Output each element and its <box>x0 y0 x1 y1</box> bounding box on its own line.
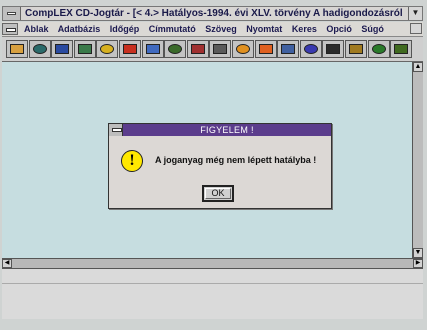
menu-ablak[interactable]: Ablak <box>24 24 49 34</box>
pane-divider <box>2 283 423 284</box>
system-menu-button[interactable] <box>3 7 21 20</box>
menu-opcio[interactable]: Opció <box>326 24 352 34</box>
documents-icon <box>77 44 92 54</box>
toolbar-button-book[interactable] <box>367 40 390 58</box>
toolbar-button-folder[interactable] <box>96 40 119 58</box>
dialog-title: FIGYELEM ! <box>200 125 254 135</box>
toolbar-button-documents[interactable] <box>73 40 96 58</box>
toolbar-button-exit[interactable] <box>390 40 413 58</box>
lower-pane <box>2 269 423 319</box>
menu-items: Ablak Adatbázis Időgép Címmutató Szöveg … <box>24 22 391 36</box>
toolbar <box>2 37 423 62</box>
menu-adatbazis[interactable]: Adatbázis <box>58 24 101 34</box>
toolbar-button-books[interactable] <box>186 40 209 58</box>
restore-button[interactable] <box>410 23 422 34</box>
scroll-up-arrow[interactable]: ▲ <box>413 62 423 72</box>
vertical-scrollbar[interactable]: ▲ ▼ <box>412 62 423 258</box>
toolbar-button-printer[interactable] <box>209 40 232 58</box>
menu-szoveg[interactable]: Szöveg <box>205 24 237 34</box>
toolbar-button-clock[interactable] <box>119 40 141 58</box>
exit-icon <box>394 44 409 54</box>
clock-icon <box>123 44 137 54</box>
menu-cimmutato[interactable]: Címmutató <box>149 24 196 34</box>
toolbar-button-magnifier[interactable] <box>277 40 300 58</box>
face-sad-icon <box>258 44 273 54</box>
menu-bar: Ablak Adatbázis Időgép Címmutató Szöveg … <box>2 22 423 37</box>
menu-keres[interactable]: Keres <box>292 24 317 34</box>
shelves-icon <box>10 44 24 54</box>
magnifier-icon <box>281 44 296 54</box>
app-screen: CompLEX CD-Jogtár - [< 4.> Hatályos-1994… <box>0 0 427 330</box>
toolbar-button-tag[interactable] <box>345 40 367 58</box>
minimize-button[interactable]: ▼ <box>408 7 422 20</box>
dialog-message: A joganyag még nem lépett hatályba ! <box>155 155 317 165</box>
ok-button-label: OK <box>211 188 225 198</box>
menu-idogep[interactable]: Időgép <box>110 24 140 34</box>
document-system-menu-button[interactable] <box>2 23 18 35</box>
tag-icon <box>349 44 363 54</box>
toolbar-button-face-sad[interactable] <box>254 40 277 58</box>
toolbar-button-shelves[interactable] <box>6 40 28 58</box>
window-title: CompLEX CD-Jogtár - [< 4.> Hatályos-1994… <box>25 8 403 19</box>
scroll-down-arrow[interactable]: ▼ <box>413 248 423 258</box>
document-system-menu-icon <box>6 28 16 32</box>
calendar-icon <box>168 44 183 54</box>
printer-icon <box>213 44 228 54</box>
toolbar-button-magnifier-doc[interactable] <box>299 40 322 58</box>
horizontal-scrollbar[interactable]: ◀ ▶ <box>2 258 423 269</box>
dialog-system-menu-icon <box>112 128 122 132</box>
menu-sugo[interactable]: Súgó <box>361 24 384 34</box>
toolbar-button-list[interactable] <box>322 40 345 58</box>
system-menu-icon <box>7 12 16 15</box>
title-bar: CompLEX CD-Jogtár - [< 4.> Hatályos-1994… <box>2 6 423 21</box>
face-icon <box>236 44 250 54</box>
toolbar-button-calendar[interactable] <box>164 40 187 58</box>
books-icon <box>190 44 205 54</box>
magnifier-doc-icon <box>303 44 318 54</box>
toolbar-button-face[interactable] <box>232 40 254 58</box>
folder-icon <box>100 44 115 54</box>
scroll-right-arrow[interactable]: ▶ <box>413 259 423 268</box>
cards-icon <box>145 44 160 54</box>
dialog-system-menu-button[interactable] <box>109 124 123 136</box>
grid-icon <box>55 44 70 54</box>
scroll-left-arrow[interactable]: ◀ <box>2 259 12 268</box>
list-icon <box>326 44 341 54</box>
toolbar-button-grid[interactable] <box>51 40 74 58</box>
menu-nyomtat[interactable]: Nyomtat <box>246 24 282 34</box>
dialog-title-bar: FIGYELEM ! <box>109 124 331 136</box>
toolbar-button-arrows[interactable] <box>28 40 51 58</box>
exclamation-icon: ! <box>121 150 143 172</box>
arrows-icon <box>32 44 47 54</box>
toolbar-button-cards[interactable] <box>141 40 164 58</box>
warning-dialog: FIGYELEM ! ! A joganyag még nem lépett h… <box>108 123 332 209</box>
book-icon <box>371 44 386 54</box>
ok-button[interactable]: OK <box>202 185 234 202</box>
